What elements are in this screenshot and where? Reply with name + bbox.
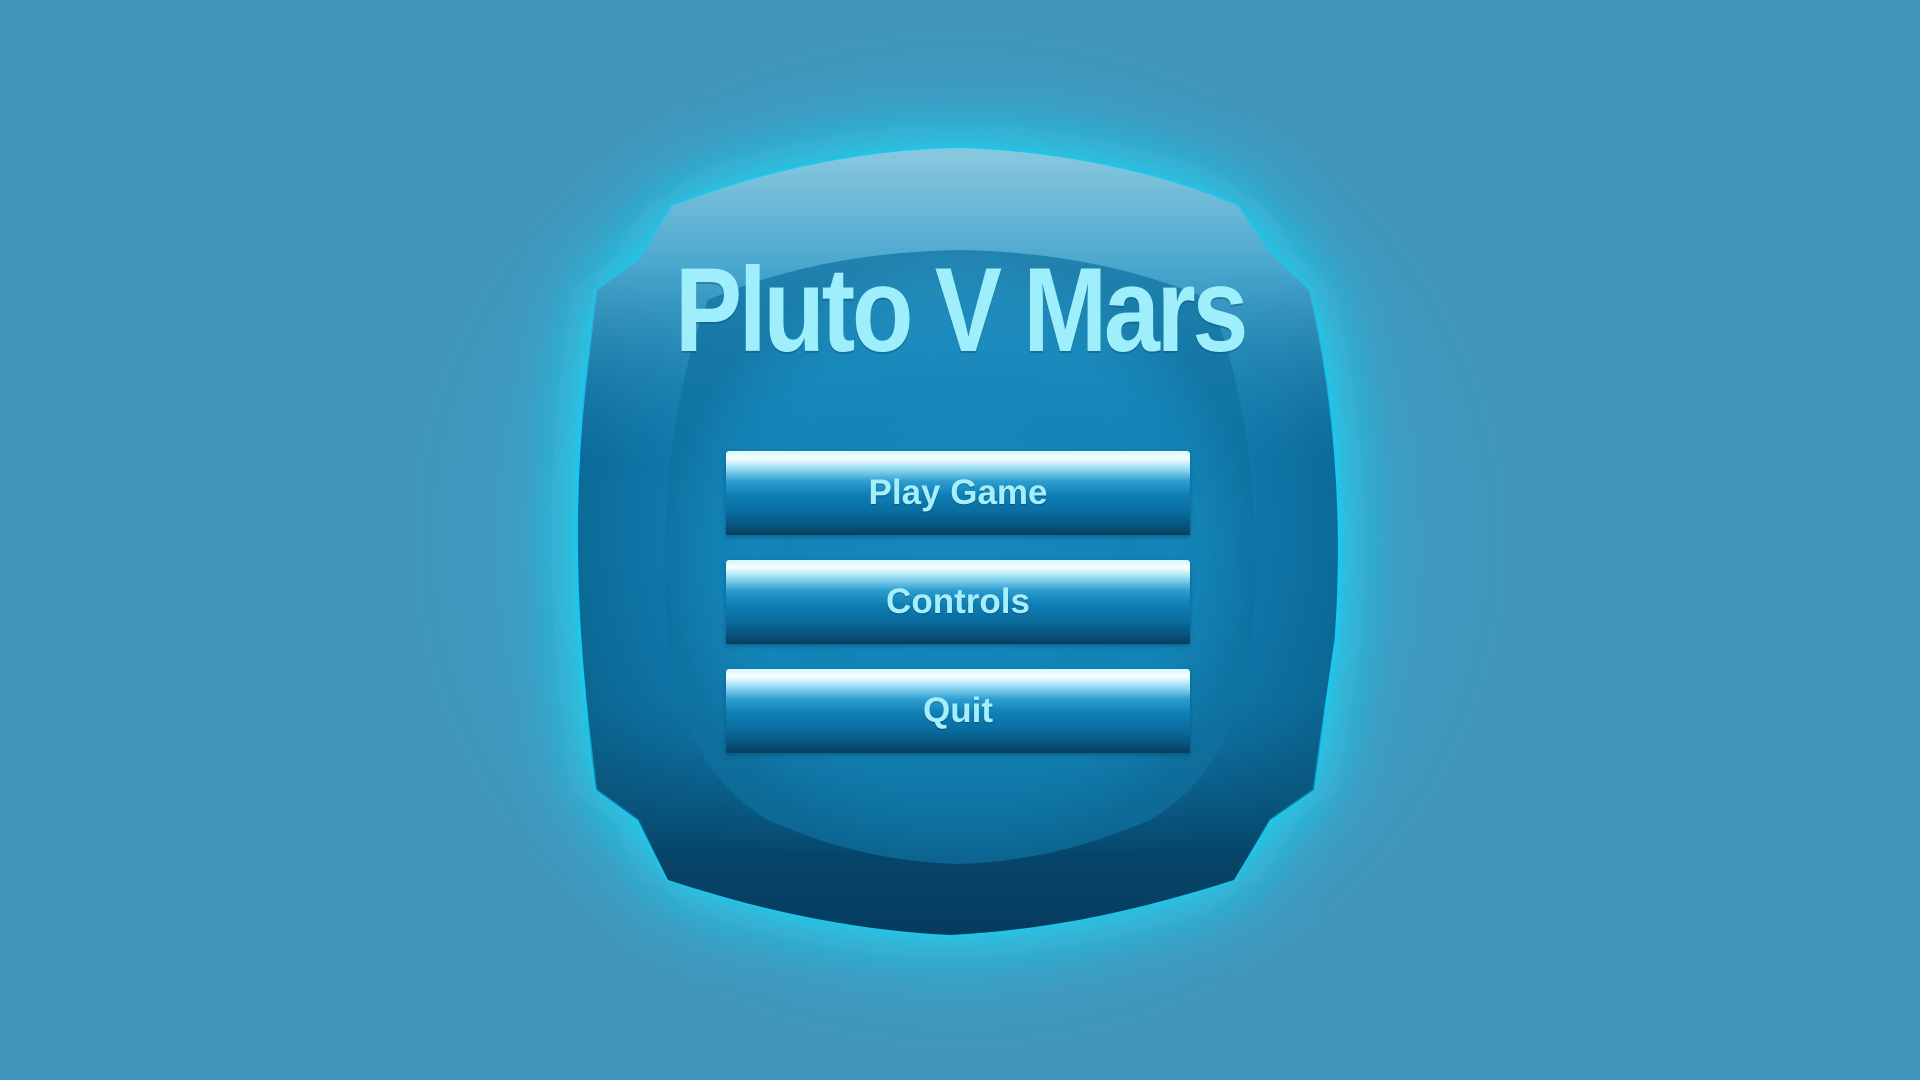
game-title: Pluto V Mars [674, 243, 1249, 377]
quit-button[interactable]: Quit [726, 669, 1190, 753]
controls-button[interactable]: Controls [726, 560, 1190, 644]
play-game-button[interactable]: Play Game [726, 451, 1190, 535]
main-menu-screen: Pluto V Mars Play Game Controls Quit [0, 0, 1920, 1080]
menu-panel [574, 146, 1341, 937]
